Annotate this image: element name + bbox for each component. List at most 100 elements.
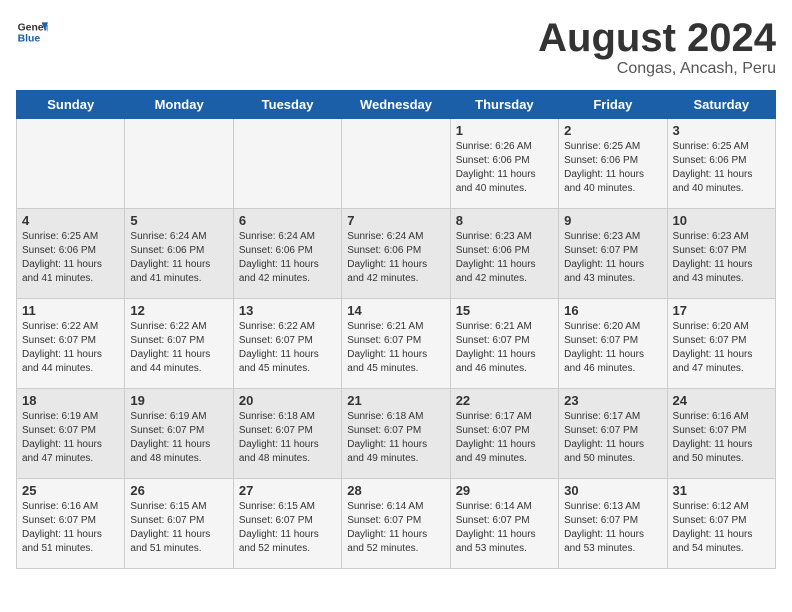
cell-info: Sunrise: 6:19 AMSunset: 6:07 PMDaylight:… bbox=[130, 410, 227, 466]
page-subtitle: Congas, Ancash, Peru bbox=[538, 60, 776, 78]
cell-info: Sunrise: 6:18 AMSunset: 6:07 PMDaylight:… bbox=[239, 410, 336, 466]
day-header-tuesday: Tuesday bbox=[233, 91, 341, 119]
day-number: 23 bbox=[564, 393, 661, 408]
svg-text:Blue: Blue bbox=[18, 34, 41, 45]
day-number: 24 bbox=[673, 393, 770, 408]
day-number: 8 bbox=[456, 213, 553, 228]
cell-info: Sunrise: 6:24 AMSunset: 6:06 PMDaylight:… bbox=[347, 230, 444, 286]
day-number: 26 bbox=[130, 483, 227, 498]
calendar-cell-3-7: 17Sunrise: 6:20 AMSunset: 6:07 PMDayligh… bbox=[667, 299, 775, 389]
title-area: August 2024 Congas, Ancash, Peru bbox=[538, 16, 776, 78]
calendar-cell-2-2: 5 Sunrise: 6:24 AMSunset: 6:06 PMDaylight… bbox=[125, 209, 233, 299]
cell-info: Sunrise: 6:24 AMSunset: 6:06 PMDaylight:… bbox=[239, 230, 336, 286]
day-number: 19 bbox=[130, 393, 227, 408]
cell-info: Sunrise: 6:13 AMSunset: 6:07 PMDaylight:… bbox=[564, 500, 661, 556]
day-number: 2 bbox=[564, 123, 661, 138]
cell-info: Sunrise: 6:20 AMSunset: 6:07 PMDaylight:… bbox=[673, 320, 770, 376]
calendar-table: SundayMondayTuesdayWednesdayThursdayFrid… bbox=[16, 90, 776, 569]
page-title: August 2024 bbox=[538, 16, 776, 60]
cell-info: Sunrise: 6:24 AMSunset: 6:06 PMDaylight:… bbox=[130, 230, 227, 286]
day-number: 30 bbox=[564, 483, 661, 498]
calendar-cell-5-3: 27 Sunrise: 6:15 AMSunset: 6:07 PMDayligh… bbox=[233, 479, 341, 569]
cell-info: Sunrise: 6:17 AMSunset: 6:07 PMDaylight:… bbox=[456, 410, 553, 466]
calendar-cell-4-7: 24 Sunrise: 6:16 AMSunset: 6:07 PMDayligh… bbox=[667, 389, 775, 479]
calendar-cell-2-5: 8 Sunrise: 6:23 AMSunset: 6:06 PMDaylight… bbox=[450, 209, 558, 299]
calendar-cell-5-6: 30 Sunrise: 6:13 AMSunset: 6:07 PMDayligh… bbox=[559, 479, 667, 569]
day-header-thursday: Thursday bbox=[450, 91, 558, 119]
day-number: 27 bbox=[239, 483, 336, 498]
cell-info: Sunrise: 6:15 AMSunset: 6:07 PMDaylight:… bbox=[130, 500, 227, 556]
day-header-sunday: Sunday bbox=[17, 91, 125, 119]
cell-info: Sunrise: 6:16 AMSunset: 6:07 PMDaylight:… bbox=[673, 410, 770, 466]
day-number: 4 bbox=[22, 213, 119, 228]
calendar-cell-5-1: 25Sunrise: 6:16 AMSunset: 6:07 PMDayligh… bbox=[17, 479, 125, 569]
cell-info: Sunrise: 6:20 AMSunset: 6:07 PMDaylight:… bbox=[564, 320, 661, 376]
day-number: 14 bbox=[347, 303, 444, 318]
day-number: 12 bbox=[130, 303, 227, 318]
cell-info: Sunrise: 6:21 AMSunset: 6:07 PMDaylight:… bbox=[456, 320, 553, 376]
calendar-cell-3-1: 11Sunrise: 6:22 AMSunset: 6:07 PMDayligh… bbox=[17, 299, 125, 389]
calendar-cell-3-6: 16 Sunrise: 6:20 AMSunset: 6:07 PMDayligh… bbox=[559, 299, 667, 389]
cell-info: Sunrise: 6:21 AMSunset: 6:07 PMDaylight:… bbox=[347, 320, 444, 376]
calendar-cell-1-1 bbox=[17, 119, 125, 209]
calendar-week-5: 25Sunrise: 6:16 AMSunset: 6:07 PMDayligh… bbox=[17, 479, 776, 569]
cell-info: Sunrise: 6:17 AMSunset: 6:07 PMDaylight:… bbox=[564, 410, 661, 466]
cell-info: Sunrise: 6:25 AMSunset: 6:06 PMDaylight:… bbox=[673, 140, 770, 196]
day-header-wednesday: Wednesday bbox=[342, 91, 450, 119]
day-number: 22 bbox=[456, 393, 553, 408]
calendar-cell-2-7: 10Sunrise: 6:23 AMSunset: 6:07 PMDayligh… bbox=[667, 209, 775, 299]
calendar-week-2: 4Sunrise: 6:25 AMSunset: 6:06 PMDaylight… bbox=[17, 209, 776, 299]
calendar-cell-3-5: 15 Sunrise: 6:21 AMSunset: 6:07 PMDayligh… bbox=[450, 299, 558, 389]
day-number: 16 bbox=[564, 303, 661, 318]
cell-info: Sunrise: 6:23 AMSunset: 6:06 PMDaylight:… bbox=[456, 230, 553, 286]
day-header-friday: Friday bbox=[559, 91, 667, 119]
day-number: 13 bbox=[239, 303, 336, 318]
calendar-cell-4-6: 23 Sunrise: 6:17 AMSunset: 6:07 PMDayligh… bbox=[559, 389, 667, 479]
calendar-week-3: 11 Sunrise: 6:22 AMSunset: 6:07 PMDayligh… bbox=[17, 299, 776, 389]
calendar-cell-2-3: 6 Sunrise: 6:24 AMSunset: 6:06 PMDaylight… bbox=[233, 209, 341, 299]
cell-info: Sunrise: 6:14 AMSunset: 6:07 PMDaylight:… bbox=[347, 500, 444, 556]
logo-icon: General Blue bbox=[16, 16, 48, 48]
page-header: General Blue August 2024 Congas, Ancash,… bbox=[16, 16, 776, 78]
day-number: 20 bbox=[239, 393, 336, 408]
cell-info: Sunrise: 6:18 AMSunset: 6:07 PMDaylight:… bbox=[347, 410, 444, 466]
day-number: 6 bbox=[239, 213, 336, 228]
cell-info: Sunrise: 6:16 AMSunset: 6:07 PMDaylight:… bbox=[22, 500, 119, 556]
calendar-cell-3-2: 12 Sunrise: 6:22 AMSunset: 6:07 PMDayligh… bbox=[125, 299, 233, 389]
day-number: 28 bbox=[347, 483, 444, 498]
cell-info: Sunrise: 6:12 AMSunset: 6:07 PMDaylight:… bbox=[673, 500, 770, 556]
calendar-cell-1-2 bbox=[125, 119, 233, 209]
calendar-cell-4-2: 19 Sunrise: 6:19 AMSunset: 6:07 PMDayligh… bbox=[125, 389, 233, 479]
cell-info: Sunrise: 6:22 AMSunset: 6:07 PMDaylight:… bbox=[130, 320, 227, 376]
cell-info: Sunrise: 6:22 AMSunset: 6:07 PMDaylight:… bbox=[239, 320, 336, 376]
calendar-cell-1-6: 2Sunrise: 6:25 AMSunset: 6:06 PMDaylight… bbox=[559, 119, 667, 209]
day-header-monday: Monday bbox=[125, 91, 233, 119]
day-number: 9 bbox=[564, 213, 661, 228]
cell-info: Sunrise: 6:15 AMSunset: 6:07 PMDaylight:… bbox=[239, 500, 336, 556]
calendar-cell-2-6: 9 Sunrise: 6:23 AMSunset: 6:07 PMDaylight… bbox=[559, 209, 667, 299]
day-number: 5 bbox=[130, 213, 227, 228]
calendar-cell-1-3 bbox=[233, 119, 341, 209]
calendar-week-4: 18 Sunrise: 6:19 AMSunset: 6:07 PMDayligh… bbox=[17, 389, 776, 479]
calendar-cell-1-5: 1 Sunrise: 6:26 AMSunset: 6:06 PMDaylight… bbox=[450, 119, 558, 209]
cell-info: Sunrise: 6:19 AMSunset: 6:07 PMDaylight:… bbox=[22, 410, 119, 466]
calendar-header-row: SundayMondayTuesdayWednesdayThursdayFrid… bbox=[17, 91, 776, 119]
calendar-cell-4-5: 22 Sunrise: 6:17 AMSunset: 6:07 PMDayligh… bbox=[450, 389, 558, 479]
calendar-cell-4-4: 21 Sunrise: 6:18 AMSunset: 6:07 PMDayligh… bbox=[342, 389, 450, 479]
cell-info: Sunrise: 6:23 AMSunset: 6:07 PMDaylight:… bbox=[564, 230, 661, 286]
calendar-cell-4-1: 18 Sunrise: 6:19 AMSunset: 6:07 PMDayligh… bbox=[17, 389, 125, 479]
day-number: 15 bbox=[456, 303, 553, 318]
calendar-cell-1-7: 3Sunrise: 6:25 AMSunset: 6:06 PMDaylight… bbox=[667, 119, 775, 209]
day-header-saturday: Saturday bbox=[667, 91, 775, 119]
day-number: 1 bbox=[456, 123, 553, 138]
calendar-cell-2-1: 4Sunrise: 6:25 AMSunset: 6:06 PMDaylight… bbox=[17, 209, 125, 299]
calendar-cell-5-7: 31Sunrise: 6:12 AMSunset: 6:07 PMDayligh… bbox=[667, 479, 775, 569]
day-number: 21 bbox=[347, 393, 444, 408]
day-number: 7 bbox=[347, 213, 444, 228]
day-number: 29 bbox=[456, 483, 553, 498]
day-number: 18 bbox=[22, 393, 119, 408]
calendar-cell-3-4: 14 Sunrise: 6:21 AMSunset: 6:07 PMDayligh… bbox=[342, 299, 450, 389]
cell-info: Sunrise: 6:26 AMSunset: 6:06 PMDaylight:… bbox=[456, 140, 553, 196]
calendar-cell-1-4 bbox=[342, 119, 450, 209]
day-number: 11 bbox=[22, 303, 119, 318]
